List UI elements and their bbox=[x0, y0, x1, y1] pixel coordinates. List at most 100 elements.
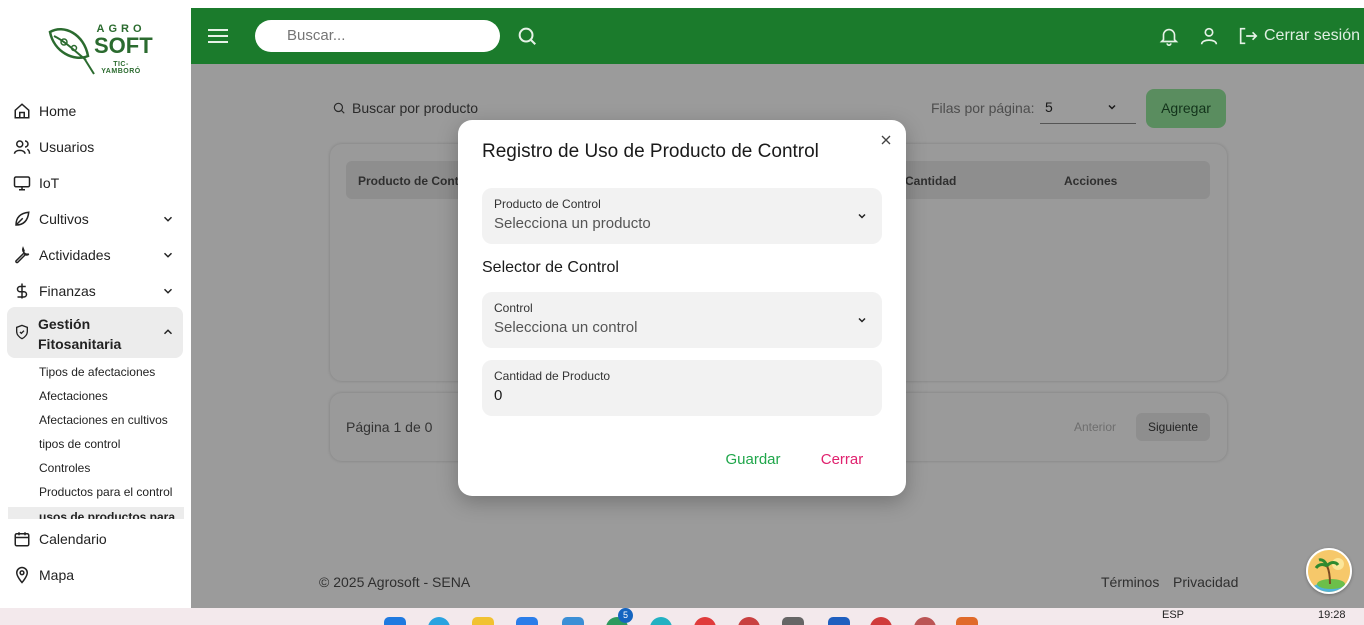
quantity-field-value[interactable]: 0 bbox=[494, 387, 502, 404]
footer-copyright: © 2025 Agrosoft - SENA bbox=[319, 574, 471, 590]
product-select-label: Producto de Control bbox=[494, 197, 601, 211]
save-button[interactable]: Guardar bbox=[716, 442, 790, 478]
logo-subtitle: TIC-YAMBORÓ bbox=[101, 61, 141, 75]
subnav-item-afectaciones[interactable]: Afectaciones bbox=[39, 387, 172, 411]
sidebar-item-label: IoT bbox=[39, 175, 60, 191]
language-indicator[interactable]: ESP bbox=[1162, 609, 1184, 621]
quantity-field-label: Cantidad de Producto bbox=[494, 369, 611, 383]
close-icon[interactable] bbox=[878, 132, 894, 148]
search-icon[interactable] bbox=[516, 25, 538, 47]
agrosoft-logo[interactable]: AGRO SOFT TIC-YAMBORÓ bbox=[44, 22, 153, 78]
table-search-placeholder: Buscar por producto bbox=[352, 100, 479, 116]
subnav-item-productos-control[interactable]: Productos para el control bbox=[39, 483, 172, 507]
notification-badge: 5 bbox=[618, 608, 633, 623]
shield-icon bbox=[16, 324, 28, 340]
rows-per-page-select[interactable]: 5 bbox=[1040, 92, 1136, 124]
table-search[interactable]: Buscar por producto bbox=[332, 94, 592, 122]
rows-per-page-value: 5 bbox=[1045, 99, 1053, 115]
dollar-icon bbox=[13, 282, 31, 300]
sidebar-item-calendario[interactable]: Calendario bbox=[0, 521, 191, 557]
sidebar-item-cultivos[interactable]: Cultivos bbox=[0, 201, 191, 237]
sidebar-item-iot[interactable]: IoT bbox=[0, 165, 191, 201]
modal-title: Registro de Uso de Producto de Control bbox=[482, 141, 819, 162]
add-button[interactable]: Agregar bbox=[1146, 89, 1226, 128]
sidebar-item-label: Usuarios bbox=[39, 139, 95, 155]
app-icon[interactable] bbox=[956, 617, 978, 625]
windows-start-icon[interactable] bbox=[384, 617, 406, 625]
store-icon[interactable] bbox=[516, 617, 538, 625]
app-icon[interactable] bbox=[694, 617, 716, 625]
header-search-input[interactable] bbox=[255, 20, 500, 52]
control-select[interactable]: Control Selecciona un control bbox=[482, 292, 882, 348]
home-icon bbox=[13, 102, 31, 120]
app-icon[interactable] bbox=[782, 617, 804, 625]
sidebar-item-gestion-fitosanitaria[interactable]: Gestión Fitosanitaria bbox=[7, 307, 183, 358]
app-icon[interactable] bbox=[738, 617, 760, 625]
product-select-value: Selecciona un producto bbox=[494, 215, 651, 232]
sidebar-item-label: Home bbox=[39, 103, 77, 119]
calendar-icon bbox=[13, 530, 31, 548]
logout-icon bbox=[1239, 27, 1258, 45]
sidebar-item-finanzas[interactable]: Finanzas bbox=[0, 273, 191, 309]
chevron-down-icon bbox=[163, 216, 173, 222]
control-select-label: Control bbox=[494, 301, 533, 315]
previous-page-button[interactable]: Anterior bbox=[1064, 413, 1126, 441]
quantity-field[interactable]: Cantidad de Producto 0 bbox=[482, 360, 882, 416]
subnav-item-controles[interactable]: Controles bbox=[39, 459, 172, 483]
column-header-producto[interactable]: Producto de Contr bbox=[358, 174, 463, 188]
wrench-icon bbox=[13, 246, 31, 264]
chevron-down-icon bbox=[163, 288, 173, 294]
control-selector-heading: Selector de Control bbox=[482, 259, 619, 276]
clock[interactable]: 19:28 bbox=[1318, 609, 1346, 621]
chevron-down-icon bbox=[858, 213, 866, 219]
app-icon[interactable] bbox=[914, 617, 936, 625]
app-icon[interactable] bbox=[650, 617, 672, 625]
menu-icon[interactable] bbox=[208, 27, 228, 45]
subnav-item-tipos-afectaciones[interactable]: Tipos de afectaciones bbox=[39, 363, 172, 387]
folder-icon[interactable] bbox=[472, 617, 494, 625]
next-page-button[interactable]: Siguiente bbox=[1136, 413, 1210, 441]
subnav-item-usos-productos[interactable]: usos de productos para el bbox=[8, 507, 184, 519]
page-indicator: Página 1 de 0 bbox=[346, 419, 433, 435]
os-taskbar: 5 ESP 19:28 bbox=[0, 608, 1364, 625]
top-strip bbox=[0, 0, 1364, 8]
sidebar-item-label: Calendario bbox=[39, 531, 107, 547]
sidebar-item-label: Finanzas bbox=[39, 283, 96, 299]
rows-per-page-label: Filas por página: bbox=[931, 100, 1035, 116]
map-pin-icon bbox=[13, 566, 31, 584]
sidebar-item-mapa[interactable]: Mapa bbox=[0, 557, 191, 593]
sidebar-item-label: Cultivos bbox=[39, 211, 89, 227]
column-header-cantidad[interactable]: Cantidad bbox=[905, 174, 956, 188]
footer: © 2025 Agrosoft - SENA Términos Privacid… bbox=[191, 554, 1364, 608]
footer-privacy-link[interactable]: Privacidad bbox=[1173, 574, 1238, 590]
app-icon[interactable] bbox=[562, 617, 584, 625]
column-header-acciones: Acciones bbox=[1064, 174, 1118, 188]
sidebar-item-label: Actividades bbox=[39, 247, 111, 263]
chevron-up-icon bbox=[163, 329, 173, 335]
close-button[interactable]: Cerrar bbox=[808, 442, 876, 478]
sidebar-subnav: Tipos de afectaciones Afectaciones Afect… bbox=[8, 363, 184, 519]
sidebar-item-home[interactable]: Home bbox=[0, 93, 191, 129]
sidebar-item-label: Mapa bbox=[39, 567, 75, 583]
subnav-item-tipos-control[interactable]: tipos de control bbox=[39, 435, 172, 459]
edge-icon[interactable] bbox=[428, 617, 450, 625]
footer-terms-link[interactable]: Términos bbox=[1101, 574, 1159, 590]
sidebar-item-usuarios[interactable]: Usuarios bbox=[0, 129, 191, 165]
vscode-icon[interactable] bbox=[828, 617, 850, 625]
user-icon[interactable] bbox=[1198, 24, 1220, 48]
product-usage-modal: Registro de Uso de Producto de Control P… bbox=[458, 120, 906, 496]
assistant-avatar-button[interactable] bbox=[1306, 548, 1352, 594]
app-icon[interactable] bbox=[870, 617, 892, 625]
logout-button[interactable]: Cerrar sesión bbox=[1237, 24, 1360, 48]
sidebar-bottom-nav: Calendario Mapa bbox=[0, 521, 191, 593]
product-select[interactable]: Producto de Control Selecciona un produc… bbox=[482, 188, 882, 244]
subnav-item-afectaciones-cultivos[interactable]: Afectaciones en cultivos bbox=[39, 411, 172, 435]
top-header: Cerrar sesión bbox=[191, 8, 1364, 64]
chevron-down-icon bbox=[858, 317, 866, 323]
leaf-icon bbox=[13, 210, 31, 228]
sidebar-nav: Home Usuarios IoT Cultivos Actividades F… bbox=[0, 93, 191, 309]
logo-soft-text: SOFT bbox=[94, 33, 153, 58]
sidebar-item-label: Gestión Fitosanitaria bbox=[38, 316, 122, 352]
sidebar-item-actividades[interactable]: Actividades bbox=[0, 237, 191, 273]
bell-icon[interactable] bbox=[1158, 24, 1180, 48]
